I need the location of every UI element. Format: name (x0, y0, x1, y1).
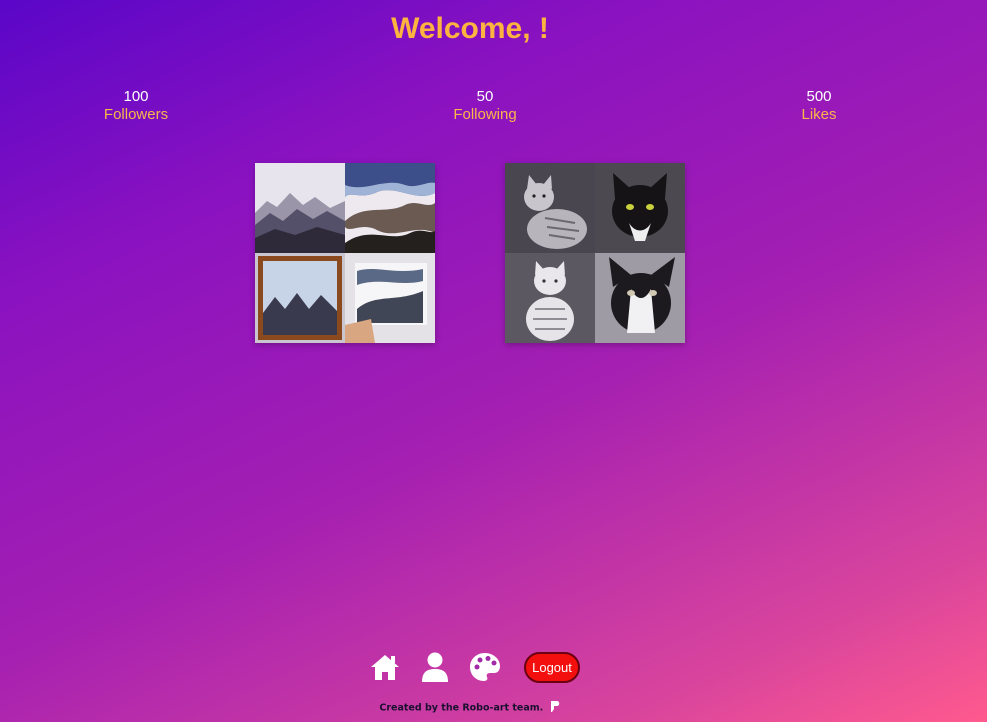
likes-label: Likes (801, 106, 837, 123)
followers-stat[interactable]: 100 Followers (76, 88, 196, 124)
welcome-heading: Welcome, ! (391, 12, 549, 45)
credit-text: Created by the Robo-art team. (379, 702, 544, 714)
logout-button[interactable]: Logout (524, 651, 580, 683)
artwork-mountains-tile (345, 163, 435, 253)
artwork-mountains-tile (255, 163, 345, 253)
likes-count: 500 (806, 88, 832, 105)
palette-icon[interactable] (468, 650, 502, 684)
artwork-cats-tile (595, 163, 685, 253)
artwork-cats-tile (505, 163, 595, 253)
following-stat[interactable]: 50 Following (425, 88, 545, 124)
artwork-mountains-tile (255, 253, 345, 343)
home-icon[interactable] (368, 650, 402, 684)
user-icon[interactable] (418, 650, 452, 684)
artwork-cats-tile (505, 253, 595, 343)
footer-nav: Logout (0, 650, 940, 684)
following-count: 50 (476, 88, 494, 105)
likes-stat[interactable]: 500 Likes (759, 88, 879, 124)
artwork-mountains[interactable] (255, 163, 435, 343)
following-label: Following (453, 106, 517, 123)
robo-art-logo-icon (549, 700, 561, 716)
artwork-mountains-tile (345, 253, 435, 343)
artwork-cats[interactable] (505, 163, 685, 343)
artwork-cats-tile (595, 253, 685, 343)
followers-label: Followers (103, 106, 169, 123)
followers-count: 100 (123, 88, 149, 105)
footer-credit: Created by the Robo-art team. (0, 700, 940, 716)
